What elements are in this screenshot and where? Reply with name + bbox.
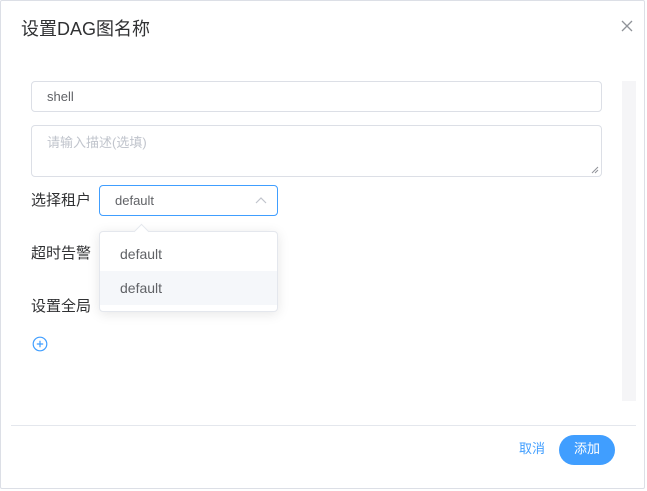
scrollbar[interactable] xyxy=(622,81,636,401)
cancel-button[interactable]: 取消 xyxy=(515,439,549,459)
add-button[interactable]: 添加 xyxy=(559,435,615,465)
chevron-up-icon xyxy=(255,197,267,204)
dropdown-option[interactable]: default xyxy=(100,237,277,271)
close-icon[interactable] xyxy=(618,17,636,35)
tenant-label: 选择租户 xyxy=(31,192,92,209)
dag-name-input[interactable]: shell xyxy=(31,81,602,112)
plus-circle-icon[interactable] xyxy=(32,336,48,352)
tenant-select-value: default xyxy=(115,193,155,208)
dialog-title: 设置DAG图名称 xyxy=(21,19,151,39)
dialog: 设置DAG图名称 shell 请输入描述(选填) 选择租户 default 超时… xyxy=(0,0,645,489)
dropdown-option[interactable]: default xyxy=(100,271,277,305)
description-placeholder: 请输入描述(选填) xyxy=(47,135,147,150)
timeout-alarm-label: 超时告警 xyxy=(31,245,92,262)
description-textarea[interactable]: 请输入描述(选填) xyxy=(31,125,602,177)
tenant-select[interactable]: default xyxy=(99,185,278,216)
dag-name-value: shell xyxy=(47,89,74,104)
tenant-dropdown: default default xyxy=(99,223,278,312)
footer-divider xyxy=(11,425,636,426)
global-settings-label: 设置全局 xyxy=(31,298,92,315)
resize-grip-icon[interactable] xyxy=(591,166,599,174)
